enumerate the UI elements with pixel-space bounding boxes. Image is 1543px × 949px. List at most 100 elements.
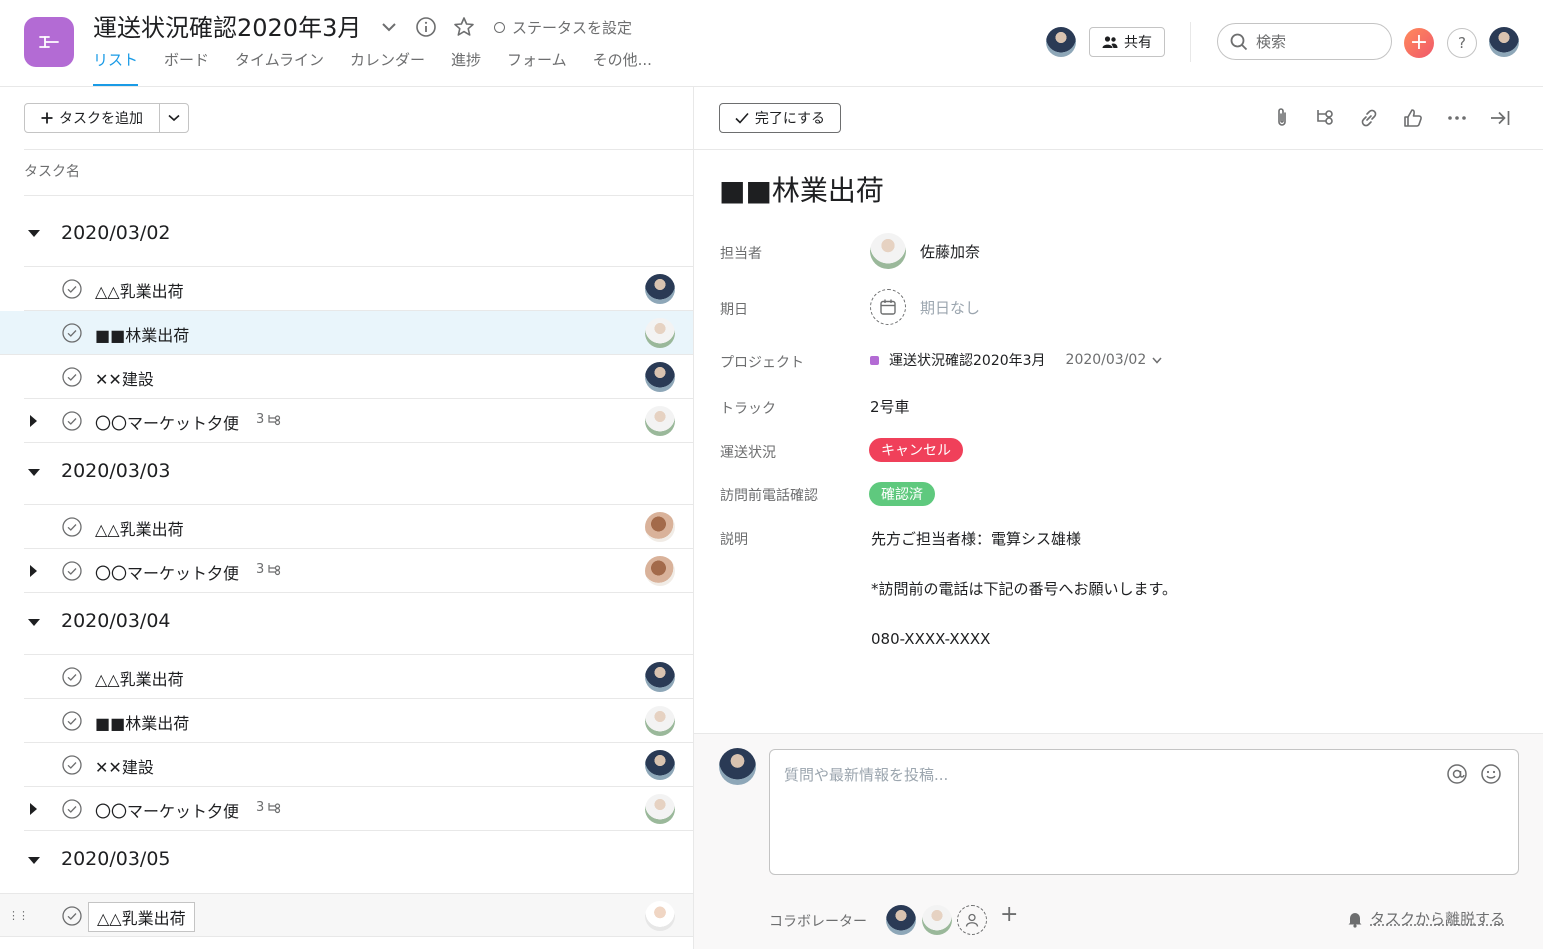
- project-field[interactable]: 運送状況確認2020年3月 2020/03/02: [870, 350, 1162, 370]
- share-button[interactable]: 共有: [1089, 27, 1165, 57]
- task-row-selected[interactable]: ■■林業出荷: [0, 311, 693, 355]
- mention-icon[interactable]: [1446, 763, 1468, 785]
- link-icon[interactable]: [1357, 106, 1381, 130]
- project-name[interactable]: 運送状況確認2020年3月: [889, 350, 1046, 370]
- task-name[interactable]: 〇〇マーケット夕便: [95, 410, 239, 434]
- quick-add-button[interactable]: +: [1404, 28, 1434, 58]
- collapse-triangle-icon[interactable]: [28, 619, 40, 626]
- collaborator-avatar[interactable]: [922, 905, 952, 935]
- tab-timeline[interactable]: タイムライン: [235, 49, 324, 86]
- add-task-dropdown[interactable]: [160, 104, 188, 132]
- comment-input[interactable]: 質問や最新情報を投稿...: [769, 749, 1519, 875]
- project-section-select[interactable]: 2020/03/02: [1066, 352, 1163, 368]
- check-circle-icon[interactable]: [62, 667, 82, 687]
- project-list-icon[interactable]: [24, 17, 74, 67]
- check-circle-icon[interactable]: [62, 411, 82, 431]
- collapse-triangle-icon[interactable]: [28, 857, 40, 864]
- check-circle-icon[interactable]: [62, 323, 82, 343]
- section-header[interactable]: 2020/03/03: [24, 443, 693, 505]
- task-row[interactable]: ✕✕建設: [24, 355, 693, 399]
- assignee-avatar[interactable]: [645, 750, 675, 780]
- user-avatar[interactable]: [1489, 27, 1519, 57]
- emoji-icon[interactable]: [1480, 763, 1502, 785]
- task-name[interactable]: ■■林業出荷: [95, 710, 189, 734]
- assignee-avatar[interactable]: [645, 512, 675, 542]
- more-icon[interactable]: [1445, 106, 1469, 130]
- assignee-avatar[interactable]: [645, 794, 675, 824]
- assignee-avatar[interactable]: [645, 556, 675, 586]
- close-pane-icon[interactable]: [1488, 106, 1512, 130]
- assignee-avatar[interactable]: [645, 274, 675, 304]
- chevron-down-icon[interactable]: [378, 16, 400, 38]
- subtask-icon[interactable]: [1313, 106, 1337, 130]
- check-circle-icon[interactable]: [62, 906, 82, 926]
- task-title[interactable]: ■■林業出荷: [719, 169, 884, 209]
- assignee-avatar[interactable]: [645, 406, 675, 436]
- assignee-avatar[interactable]: [645, 318, 675, 348]
- add-task-button[interactable]: タスクを追加: [24, 103, 189, 133]
- task-name[interactable]: 〇〇マーケット夕便: [95, 560, 239, 584]
- check-circle-icon[interactable]: [62, 799, 82, 819]
- section-header[interactable]: 2020/03/04: [24, 593, 693, 655]
- subtask-count[interactable]: 3: [256, 800, 283, 815]
- task-row[interactable]: △△乳業出荷: [24, 505, 693, 549]
- task-name[interactable]: ✕✕建設: [95, 366, 154, 390]
- collaborator-avatar[interactable]: [886, 905, 916, 935]
- assignee-avatar[interactable]: [645, 901, 675, 931]
- check-circle-icon[interactable]: [62, 279, 82, 299]
- task-row-editing[interactable]: ⋮⋮ △△乳業出荷: [0, 893, 693, 937]
- expand-subtasks-icon[interactable]: [30, 803, 37, 815]
- check-circle-icon[interactable]: [62, 517, 82, 537]
- task-name[interactable]: △△乳業出荷: [95, 666, 184, 690]
- search-input[interactable]: 検索: [1217, 23, 1392, 60]
- tab-board[interactable]: ボード: [164, 49, 209, 86]
- section-header[interactable]: 2020/03/02: [24, 196, 693, 267]
- check-circle-icon[interactable]: [62, 561, 82, 581]
- assignee-avatar[interactable]: [645, 706, 675, 736]
- info-icon[interactable]: [415, 16, 437, 38]
- help-button[interactable]: ?: [1447, 28, 1477, 58]
- set-status-button[interactable]: ステータスを設定: [494, 17, 632, 38]
- due-date-field[interactable]: 期日なし: [870, 289, 980, 325]
- task-name[interactable]: △△乳業出荷: [95, 516, 184, 540]
- project-title[interactable]: 運送状況確認2020年3月: [93, 8, 361, 43]
- assignee-avatar[interactable]: [645, 362, 675, 392]
- drag-handle-icon[interactable]: ⋮⋮: [8, 909, 29, 922]
- add-collaborator-plus-icon[interactable]: +: [1000, 902, 1018, 927]
- check-circle-icon[interactable]: [62, 711, 82, 731]
- task-name[interactable]: ■■林業出荷: [95, 322, 189, 346]
- add-task-main[interactable]: タスクを追加: [25, 104, 160, 132]
- task-row[interactable]: ■■林業出荷: [24, 699, 693, 743]
- check-circle-icon[interactable]: [62, 755, 82, 775]
- thumbs-up-icon[interactable]: [1401, 106, 1425, 130]
- task-row[interactable]: ✕✕建設: [24, 743, 693, 787]
- tab-progress[interactable]: 進捗: [451, 49, 481, 86]
- task-name[interactable]: 〇〇マーケット夕便: [95, 798, 239, 822]
- task-row[interactable]: 〇〇マーケット夕便 3: [24, 787, 693, 831]
- mark-complete-button[interactable]: 完了にする: [719, 103, 841, 133]
- shipping-status-field[interactable]: キャンセル: [869, 438, 963, 462]
- expand-subtasks-icon[interactable]: [30, 415, 37, 427]
- leave-task-button[interactable]: タスクから離脱する: [1346, 908, 1505, 929]
- attachment-icon[interactable]: [1270, 106, 1294, 130]
- subtask-count[interactable]: 3: [256, 562, 283, 577]
- star-icon[interactable]: [452, 15, 476, 39]
- tab-calendar[interactable]: カレンダー: [350, 49, 425, 86]
- check-circle-icon[interactable]: [62, 367, 82, 387]
- pre-visit-call-field[interactable]: 確認済: [869, 482, 935, 506]
- tab-form[interactable]: フォーム: [507, 49, 567, 86]
- assignee-field[interactable]: 佐藤加奈: [870, 233, 980, 269]
- task-row[interactable]: 〇〇マーケット夕便 3: [24, 399, 693, 443]
- description-text[interactable]: 先方ご担当者様：電算シス雄様 *訪問前の電話は下記の番号へお願いします。 080…: [871, 527, 1177, 652]
- task-name[interactable]: △△乳業出荷: [95, 278, 184, 302]
- assignee-avatar[interactable]: [645, 662, 675, 692]
- collapse-triangle-icon[interactable]: [28, 469, 40, 476]
- add-collaborator-icon[interactable]: [957, 905, 987, 935]
- task-row[interactable]: 〇〇マーケット夕便 3: [24, 549, 693, 593]
- section-header[interactable]: 2020/03/05: [24, 831, 693, 893]
- tab-more[interactable]: その他...: [593, 49, 652, 86]
- task-name[interactable]: ✕✕建設: [95, 754, 154, 778]
- member-avatar[interactable]: [1046, 27, 1076, 57]
- task-row[interactable]: △△乳業出荷: [24, 655, 693, 699]
- collapse-triangle-icon[interactable]: [28, 230, 40, 237]
